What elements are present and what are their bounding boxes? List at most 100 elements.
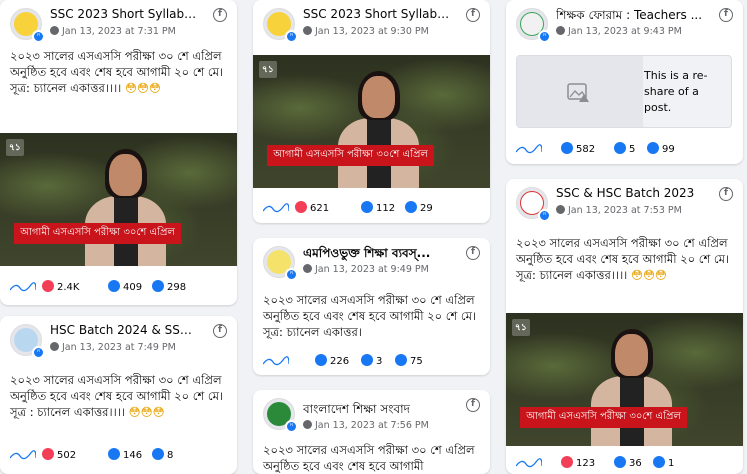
news-anchor <box>591 328 672 446</box>
facebook-icon[interactable]: f <box>466 246 480 260</box>
post-video-thumbnail[interactable]: ৭১ আগামী এসএসসি পরীক্ষা ৩০শে এপ্রিল <box>253 55 490 188</box>
sparkline-icon <box>10 450 36 460</box>
post-footer: 2.4K 409 298 <box>0 274 237 298</box>
post-card[interactable]: ꟸ এমপিওভুক্ত শিক্ষা ব্যবস্... Jan 13, 20… <box>253 238 490 375</box>
page-name[interactable]: HSC Batch 2024 & SSC'23 ... <box>50 323 200 337</box>
post-text: ২০২৩ সালের এসএসসি পরীক্ষা ৩০ শে এপ্রিল অ… <box>516 235 738 283</box>
page-badge-icon: ꟸ <box>538 30 551 43</box>
comment-icon <box>108 448 120 460</box>
broken-image-icon <box>567 83 589 102</box>
facebook-icon[interactable]: f <box>719 8 733 22</box>
post-card[interactable]: ꟸ SSC 2023 Short Syllabus ... Jan 13, 20… <box>0 0 237 305</box>
page-badge-icon: ꟸ <box>285 420 298 433</box>
reactions-count[interactable]: 621 <box>295 201 329 214</box>
facebook-icon[interactable]: f <box>719 187 733 201</box>
post-timestamp[interactable]: Jan 13, 2023 at 9:43 PM <box>568 26 682 37</box>
post-video-thumbnail[interactable]: ৭১ আগামী এসএসসি পরীক্ষা ৩০শে এপ্রিল <box>506 313 743 446</box>
reaction-icons <box>295 201 307 213</box>
post-timestamp[interactable]: Jan 13, 2023 at 7:49 PM <box>62 342 176 353</box>
comments-count[interactable]: 409 <box>108 280 142 293</box>
comments-count[interactable]: 3 <box>361 354 382 367</box>
post-emoji: 😳😳😳 <box>124 81 161 95</box>
reactions-count[interactable]: 226 <box>315 354 349 367</box>
news-anchor <box>85 148 166 266</box>
post-text: ২০২৩ সালের এসএসসি পরীক্ষা ৩০ শে এপ্রিল অ… <box>263 442 485 474</box>
page-badge-icon: ꟸ <box>285 268 298 281</box>
post-emoji: 😳😳😳 <box>630 268 667 282</box>
post-text: ২০২৩ সালের এসএসসি পরীক্ষা ৩০ শে এপ্রিল অ… <box>263 292 485 340</box>
post-timestamp[interactable]: Jan 13, 2023 at 9:30 PM <box>315 26 429 37</box>
comments-count[interactable]: 146 <box>108 448 142 461</box>
post-card[interactable]: ꟸ শিক্ষক ফোরাম : Teachers ... Jan 13, 20… <box>506 0 743 164</box>
post-header: ꟸ বাংলাদেশ শিক্ষা সংবাদ Jan 13, 2023 at … <box>253 390 490 438</box>
page-name[interactable]: এমপিওভুক্ত শিক্ষা ব্যবস্... <box>303 245 453 265</box>
post-timestamp[interactable]: Jan 13, 2023 at 7:56 PM <box>315 420 429 431</box>
facebook-icon[interactable]: f <box>213 324 227 338</box>
reshare-image-placeholder <box>517 56 643 127</box>
comments-count[interactable]: 112 <box>361 201 395 214</box>
shares-count[interactable]: 8 <box>152 448 173 461</box>
page-name[interactable]: SSC 2023 Short Syllabus ... <box>303 7 453 21</box>
post-card[interactable]: ꟸ বাংলাদেশ শিক্ষা সংবাদ Jan 13, 2023 at … <box>253 390 490 474</box>
share-icon <box>647 142 659 154</box>
post-card[interactable]: ꟸ SSC 2023 Short Syllabus ... Jan 13, 20… <box>253 0 490 223</box>
page-badge-icon: ꟸ <box>32 346 45 359</box>
comments-count[interactable]: 36 <box>614 456 642 469</box>
globe-icon <box>556 26 565 35</box>
post-meta: Jan 13, 2023 at 9:30 PM <box>303 26 429 37</box>
page-name[interactable]: SSC & HSC Batch 2023 <box>556 186 706 200</box>
comments-count[interactable]: 5 <box>614 142 635 155</box>
comment-icon <box>614 456 626 468</box>
page-name[interactable]: SSC 2023 Short Syllabus ... <box>50 7 200 21</box>
post-text: ২০২৩ সালের এসএসসি পরীক্ষা ৩০ শে এপ্রিল অ… <box>10 48 232 96</box>
share-icon <box>653 456 665 468</box>
post-text: ২০২৩ সালের এসএসসি পরীক্ষা ৩০ শে এপ্রিল অ… <box>10 372 232 420</box>
share-icon <box>152 448 164 460</box>
facebook-icon[interactable]: f <box>213 8 227 22</box>
reactions-count[interactable]: 123 <box>561 456 595 469</box>
share-icon <box>405 201 417 213</box>
sparkline-icon <box>516 458 542 468</box>
post-card[interactable]: ꟸ SSC & HSC Batch 2023 Jan 13, 2023 at 7… <box>506 179 743 474</box>
post-timestamp[interactable]: Jan 13, 2023 at 7:31 PM <box>62 26 176 37</box>
post-video-thumbnail[interactable]: ৭১ আগামী এসএসসি পরীক্ষা ৩০শে এপ্রিল <box>0 133 237 266</box>
comment-icon <box>614 142 626 154</box>
comment-icon <box>108 280 120 292</box>
page-name[interactable]: বাংলাদেশ শিক্ষা সংবাদ <box>303 401 453 421</box>
post-footer: 621 112 29 <box>253 195 490 219</box>
sparkline-icon <box>10 282 36 292</box>
facebook-icon[interactable]: f <box>466 398 480 412</box>
reactions-count[interactable]: 502 <box>42 448 76 461</box>
post-header: ꟸ এমপিওভুক্ত শিক্ষা ব্যবস্... Jan 13, 20… <box>253 238 490 286</box>
post-text-body: ২০২৩ সালের এসএসসি পরীক্ষা ৩০ শে এপ্রিল অ… <box>263 443 475 473</box>
sparkline-icon <box>263 356 289 366</box>
news-lower-third: আগামী এসএসসি পরীক্ষা ৩০শে এপ্রিল <box>520 407 687 428</box>
facebook-icon[interactable]: f <box>466 8 480 22</box>
news-lower-third: আগামী এসএসসি পরীক্ষা ৩০শে এপ্রিল <box>267 145 434 166</box>
share-icon <box>395 354 407 366</box>
shares-count[interactable]: 99 <box>647 142 675 155</box>
reaction-icons <box>42 448 54 460</box>
post-text-body: ২০২৩ সালের এসএসসি পরীক্ষা ৩০ শে এপ্রিল অ… <box>263 293 477 339</box>
shares-count[interactable]: 1 <box>653 456 674 469</box>
shares-count[interactable]: 298 <box>152 280 186 293</box>
post-header: ꟸ শিক্ষক ফোরাম : Teachers ... Jan 13, 20… <box>506 0 743 48</box>
post-card[interactable]: ꟸ HSC Batch 2024 & SSC'23 ... Jan 13, 20… <box>0 316 237 474</box>
post-timestamp[interactable]: Jan 13, 2023 at 7:53 PM <box>568 205 682 216</box>
shares-count[interactable]: 75 <box>395 354 423 367</box>
post-header: ꟸ HSC Batch 2024 & SSC'23 ... Jan 13, 20… <box>0 316 237 364</box>
post-meta: Jan 13, 2023 at 7:31 PM <box>50 26 176 37</box>
sparkline-icon <box>263 203 289 213</box>
channel-logo: ৭১ <box>6 139 24 156</box>
post-text-body: ২০২৩ সালের এসএসসি পরীক্ষা ৩০ শে এপ্রিল অ… <box>10 49 224 95</box>
post-timestamp[interactable]: Jan 13, 2023 at 9:49 PM <box>315 264 429 275</box>
reshare-text: This is a re-share of a post. <box>644 69 708 114</box>
post-header: ꟸ SSC 2023 Short Syllabus ... Jan 13, 20… <box>0 0 237 48</box>
shares-count[interactable]: 29 <box>405 201 433 214</box>
page-name[interactable]: শিক্ষক ফোরাম : Teachers ... <box>556 7 706 27</box>
reactions-count[interactable]: 2.4K <box>42 280 79 293</box>
reactions-count[interactable]: 582 <box>561 142 595 155</box>
reshare-preview[interactable]: This is a re-share of a post. <box>516 55 732 128</box>
page-badge-icon: ꟸ <box>285 30 298 43</box>
post-footer: 502 146 8 <box>0 442 237 466</box>
